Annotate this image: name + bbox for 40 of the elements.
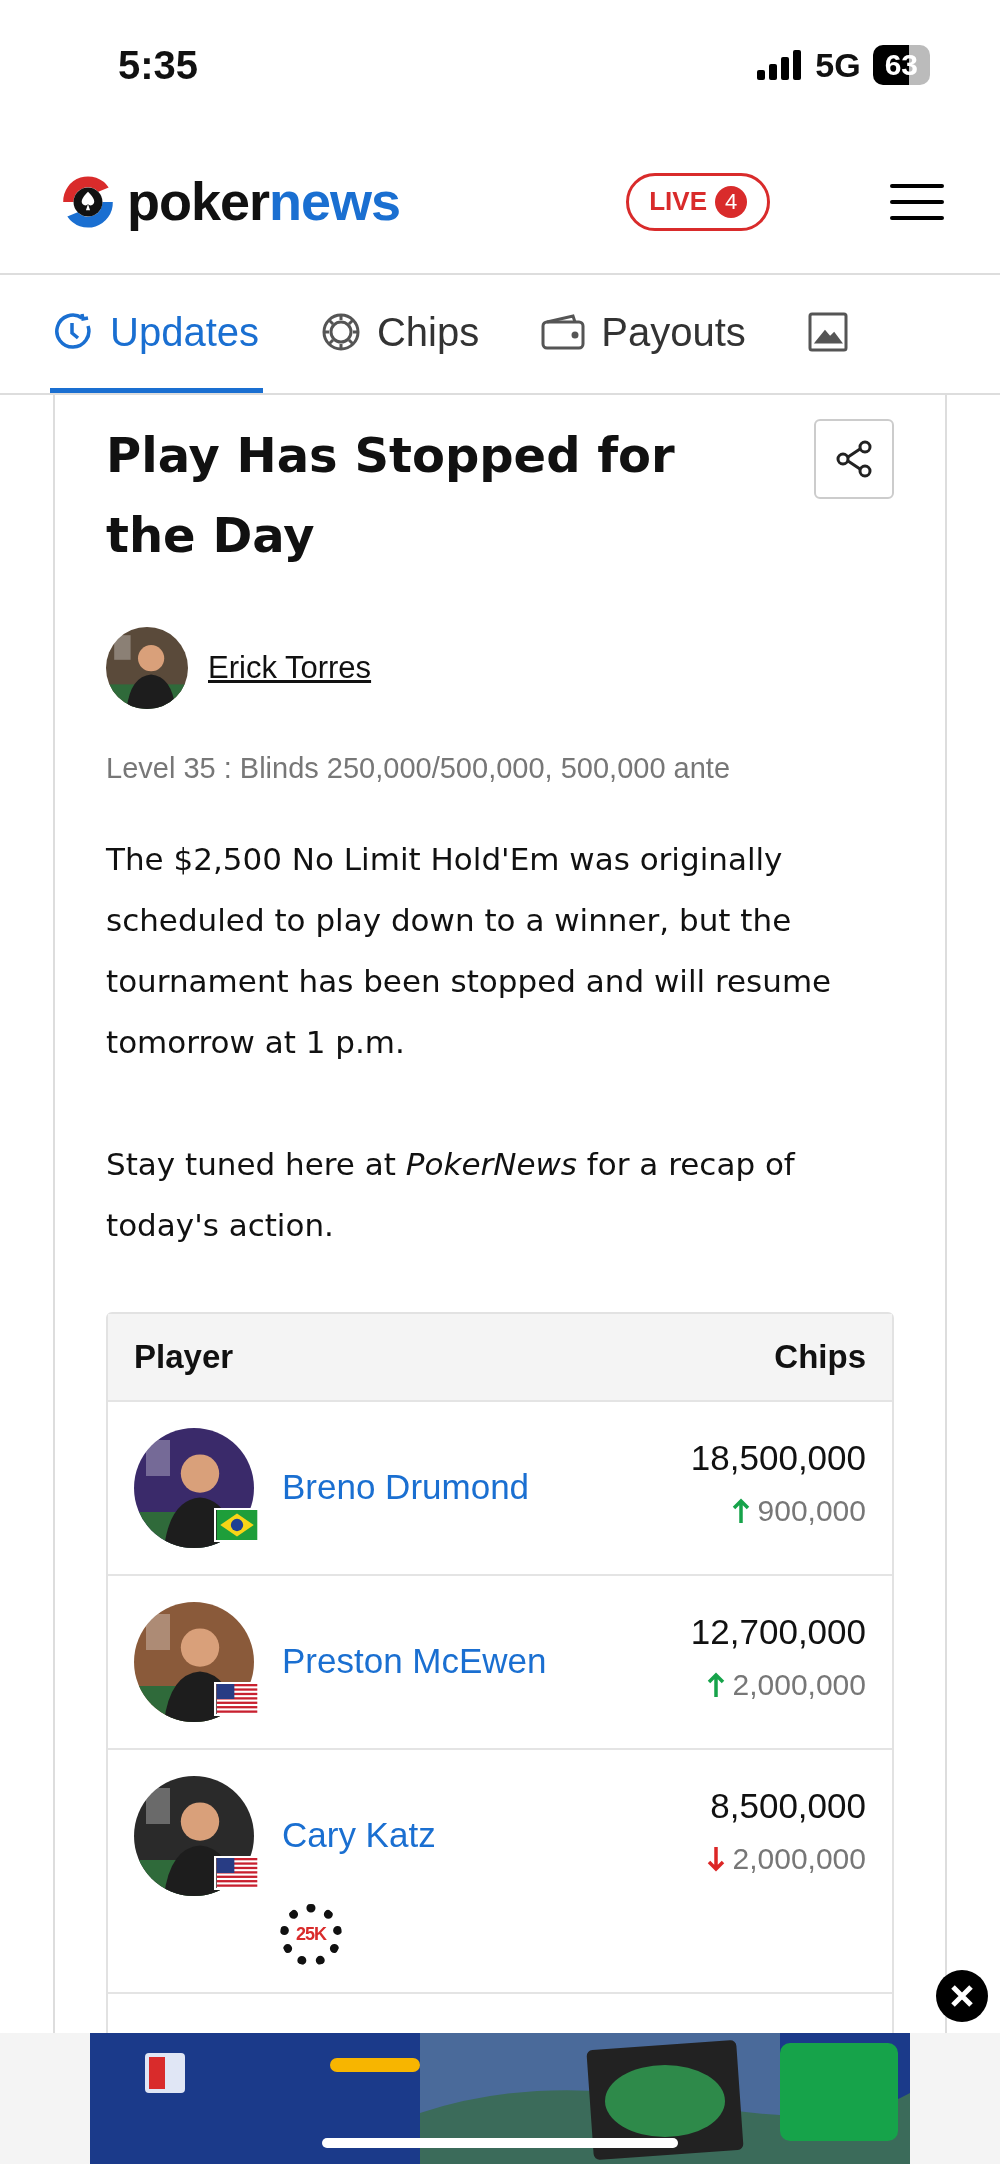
down-arrow-icon: [706, 1845, 725, 1872]
paragraph: The $2,500 No Limit Hold'Em was originally scheduled to play down to a winner, but the tournament has been stopped and will resume tomorrow at 1 p.m.: [106, 839, 833, 1062]
chip-change: 2,000,000: [732, 1667, 866, 1703]
level-text: Level 35 : Blinds 250,000/500,000, 500,000 ante: [106, 751, 731, 786]
chip-change: 900,000: [757, 1493, 866, 1529]
brazil-flag-icon: [214, 1507, 260, 1542]
chip-count: 8,500,000: [710, 1784, 866, 1827]
column-header: Player: [134, 1336, 234, 1377]
player-link[interactable]: Breno Drumond: [282, 1461, 530, 1514]
close-button[interactable]: [936, 1970, 988, 2022]
chip-badge: 25K: [280, 1903, 342, 1966]
author-link[interactable]: Erick Torres: [208, 644, 372, 692]
article-title: Play Has Stopped for the Day: [106, 426, 676, 565]
clock-icon: [54, 311, 94, 352]
logo-text[interactable]: pokernews: [127, 161, 401, 242]
tab[interactable]: Chips: [317, 275, 484, 393]
us-flag-icon: [214, 1681, 260, 1716]
us-flag-icon: [214, 1855, 260, 1890]
up-arrow-icon: [706, 1671, 725, 1698]
live-button[interactable]: LIVE 4: [626, 172, 770, 231]
network-label: 5G: [815, 44, 861, 86]
chip-change: 2,000,000: [732, 1841, 866, 1877]
image-icon: [807, 311, 848, 352]
up-arrow-icon: [731, 1497, 750, 1524]
chip-count: 18,500,000: [690, 1436, 866, 1479]
wallet-icon: [541, 313, 586, 350]
signal-icon: [757, 50, 804, 80]
column-header: Chips: [774, 1336, 866, 1377]
chip-count: 12,700,000: [690, 1610, 866, 1653]
share-button[interactable]: [814, 419, 894, 499]
chip-icon: [321, 311, 361, 352]
player-link[interactable]: Preston McEwen: [282, 1635, 547, 1688]
tab[interactable]: Updates: [50, 275, 263, 393]
share-icon: [834, 439, 874, 479]
status-time: 5:35: [118, 42, 199, 89]
close-icon: [950, 1984, 974, 2008]
menu-icon[interactable]: [890, 181, 944, 222]
tab[interactable]: Payouts: [537, 275, 750, 393]
player-link[interactable]: Cary Katz: [282, 1809, 436, 1862]
paragraph: Stay tuned here at PokerNews for a recap of today's action.: [106, 1144, 797, 1245]
